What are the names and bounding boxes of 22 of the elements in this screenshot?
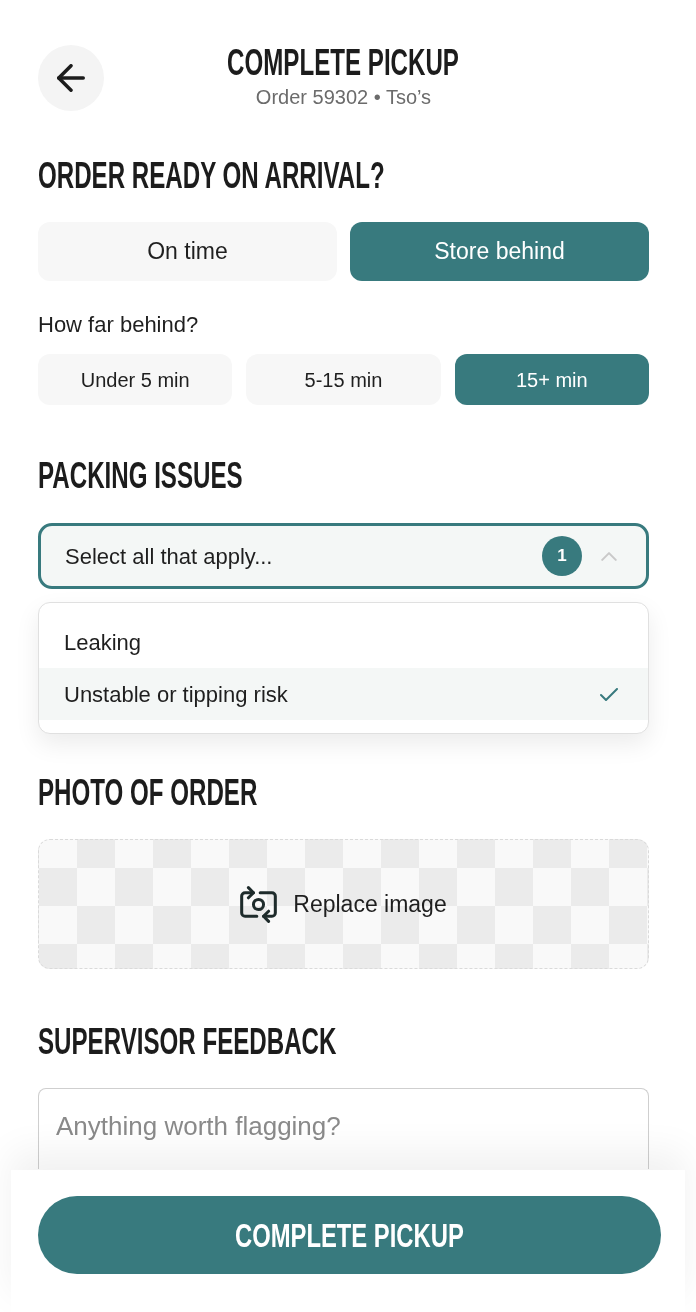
section-heading: ORDER READY ON ARRIVAL?	[38, 158, 385, 194]
chevron-up-icon	[601, 551, 617, 561]
feedback-field[interactable]: Anything worth flagging?	[38, 1088, 649, 1169]
section-heading: SUPERVISOR FEEDBACK	[38, 1024, 337, 1060]
check-icon	[600, 687, 618, 701]
delay-option-button[interactable]: 15+ min	[454, 354, 649, 405]
dropdown-option[interactable]: Unstable or tipping risk	[39, 668, 648, 720]
order-subtitle: Order 59302 • Tso’s	[255, 85, 432, 109]
replace-image-button[interactable]: Replace image	[240, 885, 447, 923]
camera-rotate-icon	[240, 885, 278, 923]
delay-option-button[interactable]: 5-15 min	[246, 354, 441, 405]
section-heading: PACKING ISSUES	[38, 458, 243, 494]
selected-count-badge: 1	[542, 536, 582, 576]
page-title: COMPLETE PICKUP	[227, 45, 460, 81]
delay-question: How far behind?	[38, 312, 200, 338]
packing-issues-select[interactable]: Select all that apply... 1	[38, 523, 649, 589]
arrival-status-button[interactable]: Store behind	[350, 222, 649, 281]
section-heading: PHOTO OF ORDER	[38, 775, 258, 811]
delay-option-button[interactable]: Under 5 min	[38, 354, 233, 405]
complete-pickup-button[interactable]: COMPLETE PICKUP	[38, 1196, 661, 1274]
dropdown-option[interactable]: Leaking	[39, 616, 648, 668]
arrival-status-button[interactable]: On time	[38, 222, 337, 281]
